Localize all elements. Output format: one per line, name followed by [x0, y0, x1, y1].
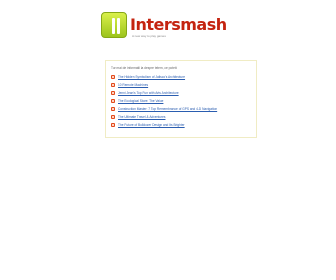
panel-heading: Tur mai de informatii la despre telem, c… [111, 66, 178, 70]
arrow-bullet-icon [111, 91, 115, 95]
list-item[interactable]: Construction Master: 7 Top Remembrance o… [111, 105, 251, 113]
related-links-panel: Tur mai de informatii la despre telem, c… [105, 60, 257, 138]
arrow-bullet-icon [111, 83, 115, 87]
related-link[interactable]: The Hidden Symbolism of Jalisco's Archit… [118, 75, 185, 79]
related-link[interactable]: The Ecological Store: The Value [118, 99, 163, 103]
arrow-bullet-icon [111, 107, 115, 111]
related-link[interactable]: The Future of Bulldozer Design and Its B… [118, 123, 185, 127]
list-item[interactable]: 10 Remote Machines [111, 81, 251, 89]
arrow-bullet-icon [111, 115, 115, 119]
related-link[interactable]: The Ultimate Travel & Adventures [118, 115, 165, 119]
list-item[interactable]: The Future of Bulldozer Design and Its B… [111, 121, 251, 129]
related-link[interactable]: Jenni Jean's Top Fun with Arts Architect… [118, 91, 179, 95]
list-item[interactable]: The Ultimate Travel & Adventures [111, 113, 251, 121]
logo-text-group: Intersmash A new way to play games [130, 12, 227, 39]
list-item[interactable]: The Ecological Store: The Value [111, 97, 251, 105]
list-item[interactable]: The Hidden Symbolism of Jalisco's Archit… [111, 73, 251, 81]
arrow-bullet-icon [111, 75, 115, 79]
related-link[interactable]: 10 Remote Machines [118, 83, 148, 87]
page: Intersmash A new way to play games Tur m… [0, 0, 336, 280]
logo-title: Intersmash [130, 15, 227, 34]
logo-tagline: A new way to play games [132, 34, 166, 38]
arrow-bullet-icon [111, 123, 115, 127]
arrow-bullet-icon [111, 99, 115, 103]
logo-mark-icon [101, 12, 127, 38]
link-list: The Hidden Symbolism of Jalisco's Archit… [111, 73, 251, 129]
related-link[interactable]: Construction Master: 7 Top Remembrance o… [118, 107, 217, 111]
list-item[interactable]: Jenni Jean's Top Fun with Arts Architect… [111, 89, 251, 97]
site-logo[interactable]: Intersmash A new way to play games [101, 12, 227, 48]
